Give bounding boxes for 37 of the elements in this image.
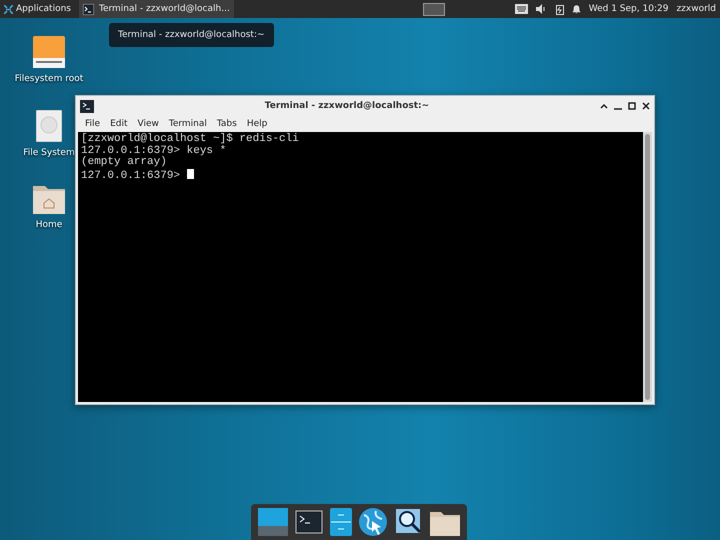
terminal-icon [82,4,94,14]
chevron-up-icon[interactable] [600,102,608,110]
search-icon[interactable] [394,508,423,536]
menu-item[interactable]: View [132,119,164,129]
drive-icon[interactable] [32,36,65,68]
taskbar-button[interactable]: Terminal - zzxworld@localh... [78,0,234,18]
globe-icon[interactable] [358,507,388,537]
text-cursor [186,168,194,178]
menu-item[interactable]: Terminal [164,119,212,129]
battery-icon[interactable] [556,4,564,14]
file-cabinet-icon[interactable] [330,508,352,536]
home-folder-icon[interactable] [33,184,65,214]
terminal-line: (empty array) [81,157,168,168]
workspace-switcher[interactable] [422,2,445,16]
menu-item[interactable]: Help [242,119,272,129]
menu-item[interactable]: File [80,119,106,129]
menu-item[interactable]: Edit [105,119,132,129]
close-icon[interactable] [642,102,650,110]
keyboard-icon[interactable] [514,4,528,14]
desktop-icon-label[interactable]: File System [23,148,75,158]
menu-logo-icon [4,4,13,14]
bell-icon[interactable] [572,4,581,14]
menu-item[interactable]: Tabs [212,119,242,129]
clock[interactable]: Wed 1 Sep, 10:29 [588,4,668,14]
terminal-icon [80,100,94,112]
user-name[interactable]: zzxworld [676,4,716,14]
desktop-icon-label[interactable]: Home [36,220,62,230]
terminal-line: [zzxworld@localhost ~]$ redis-cli [81,134,300,145]
terminal-icon[interactable] [294,510,323,534]
applications-menu[interactable]: Applications [0,0,75,18]
maximize-icon[interactable] [628,102,636,110]
terminal-line: 127.0.0.1:6379> [81,168,640,182]
terminal-line: 127.0.0.1:6379> keys * [81,146,228,156]
window-title: Terminal - zzxworld@localhost:~ [264,101,430,111]
scrollbar[interactable] [643,132,652,402]
tooltip: Terminal - zzxworld@localhost:~ [109,23,274,47]
desktop-icon-label[interactable]: Filesystem root [14,74,84,84]
